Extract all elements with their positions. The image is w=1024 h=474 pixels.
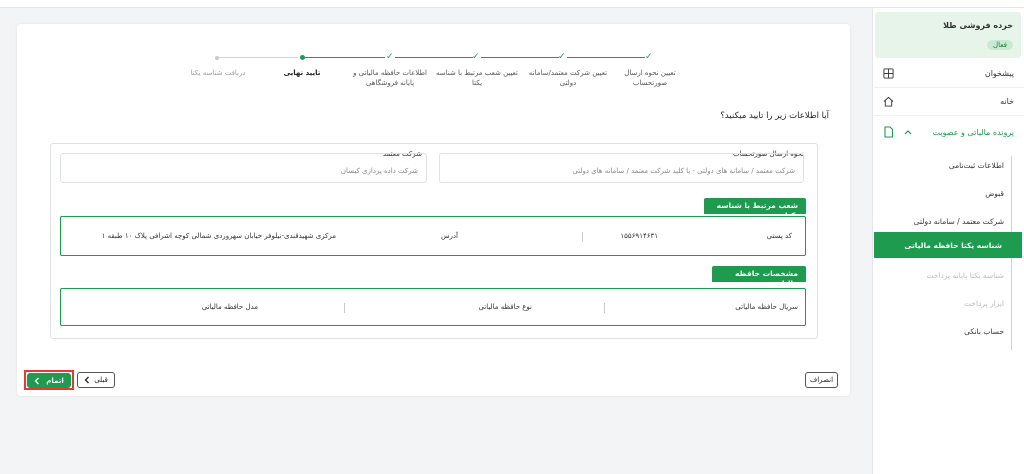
highlight-box — [24, 370, 74, 390]
submenu-item-payment-tools: ابزار پرداخت — [963, 298, 1004, 308]
check-icon: ✓ — [645, 52, 653, 62]
step-connector — [481, 57, 559, 58]
sidebar: خرده فروشی طلا فعال پیشخوان خانه پرونده … — [872, 8, 1024, 474]
address-label: آدرس — [441, 232, 458, 240]
pending-step-dot — [215, 55, 219, 60]
submenu-item-trusted-company[interactable]: شرکت معتمد / سامانه دولتی — [874, 210, 1024, 232]
check-icon: ✓ — [558, 52, 566, 62]
sidebar-item-label: پرونده مالیاتی و عضویت — [932, 127, 1014, 137]
postal-code-label: کد پستی — [766, 232, 792, 240]
chevron-left-icon — [84, 376, 90, 384]
step-connector — [395, 57, 473, 58]
step-connector — [567, 57, 645, 58]
cancel-button[interactable]: انصراف — [805, 372, 838, 388]
address-value: مرکزی شهیدقندی-نیلوفر خیابان سهروردی شما… — [101, 232, 336, 240]
divider — [604, 303, 605, 313]
memory-serial-label: سریال حافظه مالیاتی — [735, 303, 798, 311]
prev-button-label: قبلی — [94, 376, 108, 384]
memory-type-label: نوع حافظه مالیاتی — [478, 303, 532, 311]
confirm-question: آیا اطلاعات زیر را تایید میکنید؟ — [720, 111, 829, 121]
step-connector-pending — [218, 57, 298, 58]
sidebar-item-tax-file[interactable]: پرونده مالیاتی و عضویت — [874, 118, 1024, 146]
section-title-memory: مشخصات حافظه مالیاتی — [712, 266, 806, 288]
submenu-item-terminal-id: شناسه یکتا پایانه پرداخت — [926, 270, 1004, 280]
dashboard-icon — [882, 68, 894, 80]
check-icon: ✓ — [472, 52, 480, 62]
submenu-item-memory-id[interactable]: شناسه یکتا حافظه مالیاتی — [874, 232, 1022, 258]
trusted-company-field: شرکت داده پردازی کیسان — [60, 153, 427, 183]
status-badge: فعال — [987, 40, 1013, 50]
step-label-pending: دریافت شناسه یکتا — [190, 69, 246, 77]
current-step-dot — [300, 55, 305, 60]
submenu-item-bank-account[interactable]: حساب بانکی — [874, 320, 1024, 342]
sidebar-item-label: پیشخوان — [984, 69, 1014, 78]
step-label: اطلاعات حافظه مالیاتی و پایانه فروشگاهی — [353, 69, 427, 87]
prev-button[interactable]: قبلی — [77, 372, 115, 388]
memory-model-label: مدل حافظه مالیاتی — [201, 303, 258, 311]
top-bar — [0, 0, 1024, 8]
shop-card[interactable]: خرده فروشی طلا فعال — [875, 12, 1021, 58]
step-label-current: تایید نهایی — [283, 69, 321, 77]
sidebar-item-dashboard[interactable]: پیشخوان — [874, 60, 1024, 88]
divider — [344, 303, 345, 313]
step-label: تعیین شرکت معتمد/سامانه دولتی — [528, 69, 608, 87]
chevron-up-icon — [904, 128, 912, 137]
home-icon — [882, 96, 894, 108]
section-title-branches: شعب مرتبط با شناسه یکتا — [704, 198, 806, 220]
sidebar-item-label: خانه — [1000, 97, 1014, 106]
check-icon: ✓ — [386, 52, 394, 62]
submenu-item-bills[interactable]: قبوض — [874, 182, 1024, 204]
document-icon — [882, 126, 894, 138]
step-label: تعیین شعب مرتبط با شناسه یکتا — [435, 69, 519, 87]
step-connector — [303, 57, 385, 58]
sidebar-item-home[interactable]: خانه — [874, 88, 1024, 116]
postal-code-value: ۱۵۵۶۹۱۴۶۳۱ — [620, 232, 658, 240]
divider — [582, 232, 583, 242]
memory-section — [60, 288, 806, 326]
submenu-item-registration[interactable]: اطلاعات ثبت‌نامی — [874, 154, 1024, 176]
send-method-field: شرکت معتمد / سامانه های دولتی - با کلید … — [439, 153, 804, 183]
shop-name: خرده فروشی طلا — [943, 21, 1013, 30]
step-label: تعیین نحوه ارسال صورتحساب — [624, 69, 676, 87]
